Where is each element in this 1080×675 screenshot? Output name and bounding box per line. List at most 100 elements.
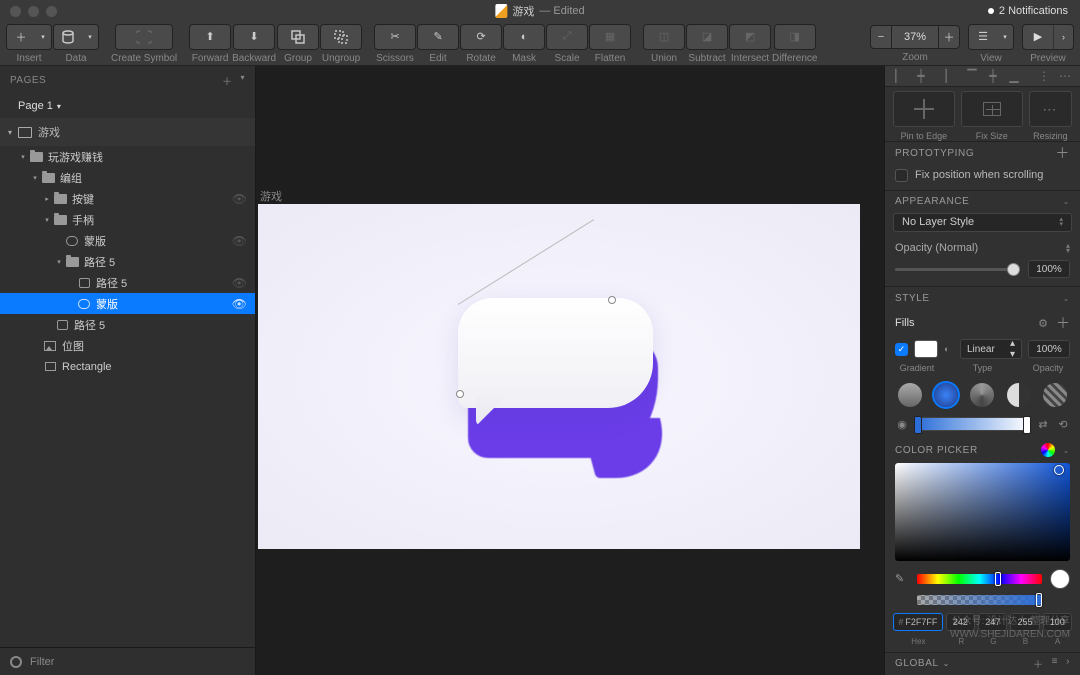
style-section[interactable]: STYLE ⌄ [885,286,1080,309]
data-tool[interactable]: ▾ Data [53,24,99,64]
zoom-in-button[interactable]: ＋ [938,25,960,49]
current-color-swatch[interactable] [1050,569,1070,589]
chevron-down-icon[interactable]: ⌄ [1063,446,1070,455]
layer-row[interactable]: ▾手柄 [0,209,255,230]
prototyping-section[interactable]: PROTOTYPING ＋ [885,141,1080,164]
a-input[interactable]: 100 [1043,613,1072,631]
subtract-tool[interactable]: ◪Subtract [686,24,728,64]
create-symbol-tool[interactable]: Create Symbol [111,24,177,64]
alpha-thumb[interactable] [1036,593,1042,607]
visibility-icon[interactable]: 👁 [232,234,247,248]
insert-tool[interactable]: ＋▾ Insert [6,24,52,64]
layer-row-selected[interactable]: 蒙版👁 [0,293,255,314]
gradient-handle-end[interactable] [608,296,616,304]
zoom-control[interactable]: − 37% ＋ Zoom [870,25,960,63]
gradient-stop-1[interactable] [914,416,922,434]
align-center-h-icon[interactable]: ┿ [912,68,930,84]
forward-tool[interactable]: ⬆Forward [189,24,231,64]
flatten-tool[interactable]: ▦Flatten [589,24,631,64]
alpha-slider[interactable] [917,595,1042,605]
mask-tool[interactable]: ◐Mask [503,24,545,64]
layer-row[interactable]: ▾路径 5 [0,251,255,272]
layer-row[interactable]: ▸按键👁 [0,188,255,209]
color-mode-icon[interactable] [1041,443,1055,457]
swatch-stepper-icon[interactable]: ◐ [944,344,954,354]
page-item[interactable]: Page 1▾ [0,94,255,118]
edit-tool[interactable]: ✎Edit [417,24,459,64]
layer-row[interactable]: ▾编组 [0,167,255,188]
add-prototype-icon[interactable]: ＋ [1055,143,1070,163]
align-center-v-icon[interactable]: ┿ [984,68,1002,84]
view-tool[interactable]: ☰▾ View [968,24,1014,64]
intersect-tool[interactable]: ◩Intersect [729,24,771,64]
close-window-icon[interactable] [10,6,21,17]
distribute-v-icon[interactable]: ⋯ [1056,68,1074,84]
fill-swatch[interactable] [914,340,938,358]
global-expand-icon[interactable]: › [1066,656,1070,671]
play-icon[interactable]: ▶ [1023,25,1053,49]
eyedropper-icon[interactable]: ✎ [895,572,909,586]
align-bottom-icon[interactable]: ▁ [1005,68,1023,84]
layer-row[interactable]: ▾玩游戏赚钱 [0,146,255,167]
add-page-icon[interactable]: ＋ [222,73,233,88]
resizing-menu[interactable]: ⋯Resizing [1029,91,1072,141]
b-input[interactable]: 255 [1010,613,1039,631]
group-tool[interactable]: Group [277,24,319,64]
global-list-icon[interactable]: ≡ [1052,656,1058,671]
ungroup-tool[interactable]: Ungroup [320,24,362,64]
gradient-line[interactable] [458,219,594,305]
fill-opacity-input[interactable]: 100% [1028,340,1070,358]
zoom-value[interactable]: 37% [892,25,938,49]
fill-enabled-checkbox[interactable]: ✓ [895,343,908,356]
align-right-icon[interactable]: ▕ [933,68,951,84]
align-left-icon[interactable]: ▏ [891,68,909,84]
r-input[interactable]: 242 [946,613,975,631]
slider-thumb[interactable] [1007,263,1020,276]
visibility-icon[interactable]: 👁 [232,276,247,290]
filter-bar[interactable]: Filter [0,647,255,675]
global-section[interactable]: GLOBAL ⌄ ＋≡› [885,652,1080,675]
artboard-canvas[interactable] [258,204,860,549]
fix-scroll-row[interactable]: Fix position when scrolling [885,165,1080,190]
checkbox-icon[interactable] [895,169,908,182]
canvas[interactable]: 游戏 [256,66,884,675]
fix-size-card[interactable]: Fix Size [961,91,1023,141]
scissors-tool[interactable]: ✂Scissors [374,24,416,64]
fills-settings-icon[interactable]: ⚙ [1038,317,1048,330]
distribute-h-icon[interactable]: ⋮ [1035,68,1053,84]
hex-input[interactable]: #F2F7FF [893,613,943,631]
gradient-stop-2[interactable] [1023,416,1031,434]
shape-group[interactable] [458,298,678,468]
preview-chevron-icon[interactable]: › [1053,25,1073,49]
opacity-input[interactable]: 100% [1028,260,1070,278]
zoom-window-icon[interactable] [46,6,57,17]
filter-settings-icon[interactable] [10,656,22,668]
difference-tool[interactable]: ◨Difference [772,24,817,64]
pages-chevron-icon[interactable]: ▾ [240,73,245,88]
layer-row[interactable]: 蒙版👁 [0,230,255,251]
appearance-section[interactable]: APPEARANCE ⌄ [885,190,1080,213]
gradient-linear-icon[interactable] [898,383,922,407]
layer-row[interactable]: Rectangle [0,356,255,377]
hue-thumb[interactable] [995,572,1001,586]
minimize-window-icon[interactable] [28,6,39,17]
chevron-down-icon[interactable]: ⌄ [1063,294,1070,303]
gradient-track[interactable] [915,417,1030,431]
g-input[interactable]: 247 [978,613,1007,631]
notifications-button[interactable]: 2 Notifications [988,5,1068,17]
pin-edge-card[interactable]: Pin to Edge [893,91,955,141]
hue-slider[interactable] [917,574,1042,584]
gradient-split-icon[interactable] [1007,383,1031,407]
backward-tool[interactable]: ⬇Backward [232,24,276,64]
artboard-row[interactable]: ▾ 游戏 [0,118,255,146]
add-fill-icon[interactable]: ＋ [1056,313,1070,333]
gradient-rotate-icon[interactable]: ⟲ [1056,417,1070,431]
preview-tool[interactable]: ▶› Preview [1022,24,1074,64]
gradient-radial-icon[interactable] [934,383,958,407]
visibility-icon[interactable]: 👁 [232,192,247,206]
gradient-angular-icon[interactable] [970,383,994,407]
align-top-icon[interactable]: ▔ [963,68,981,84]
visibility-icon[interactable]: 👁 [232,297,247,311]
layer-style-select[interactable]: No Layer Style ▴▾ [893,213,1072,233]
chevron-down-icon[interactable]: ⌄ [1063,197,1070,206]
